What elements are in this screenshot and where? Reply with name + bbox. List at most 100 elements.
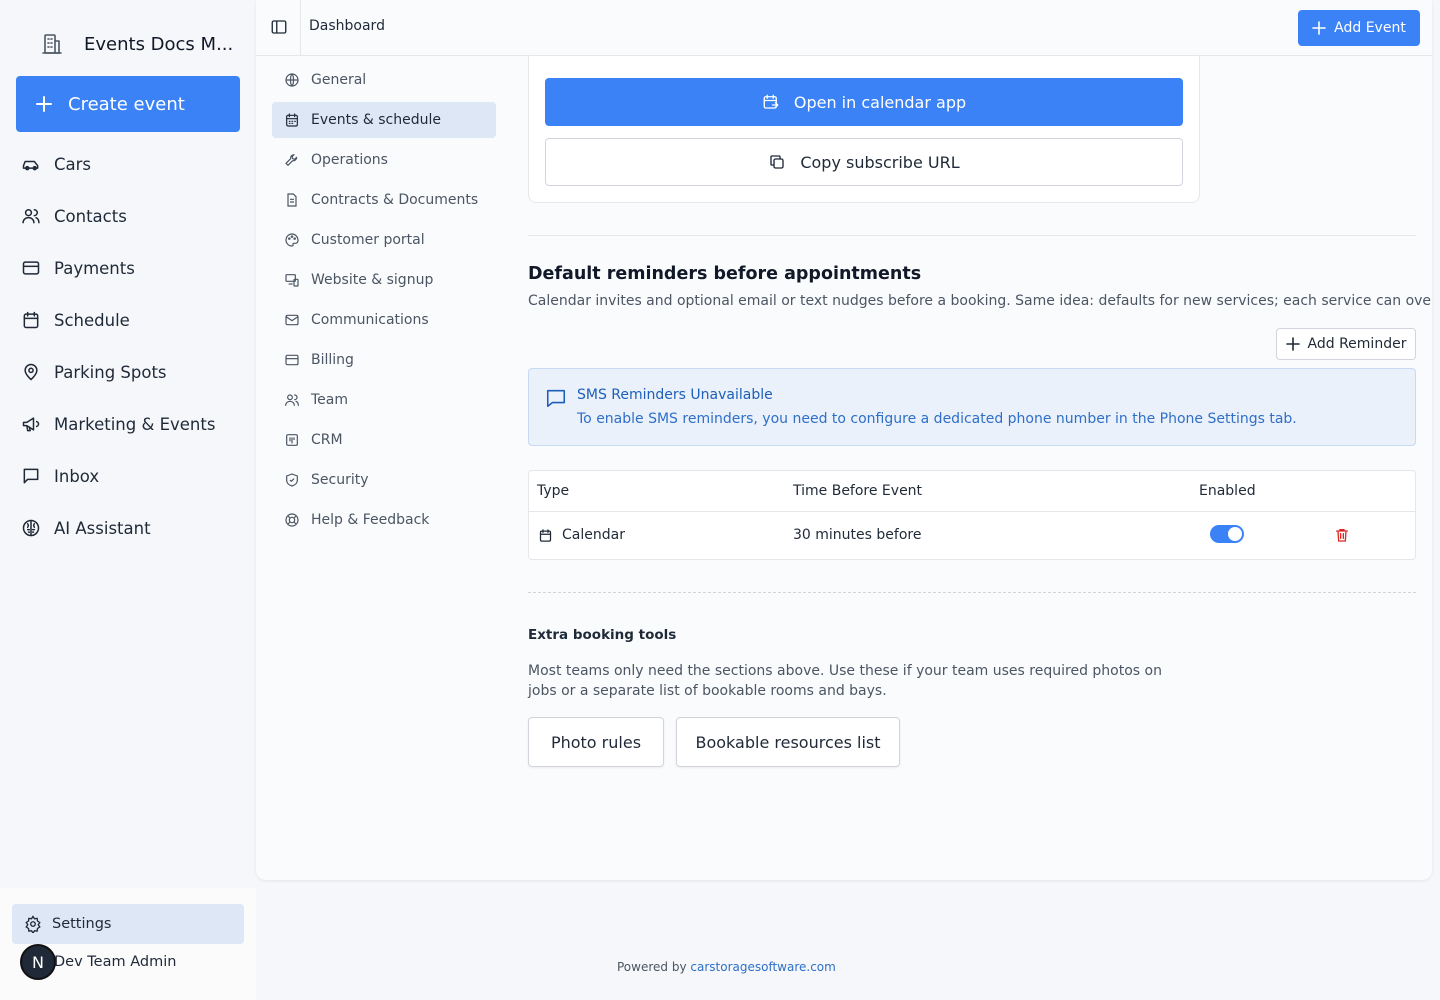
settings-nav-events-schedule[interactable]: Events & schedule — [272, 102, 496, 138]
settings-nav-label: Website & signup — [311, 272, 434, 288]
devices-icon — [284, 272, 300, 288]
create-event-label: Create event — [68, 93, 185, 115]
footer: Powered by carstoragesoftware.com — [617, 960, 836, 974]
topbar: Dashboard Add Event — [256, 0, 1432, 56]
globe-icon — [284, 72, 300, 88]
dashed-divider — [528, 592, 1416, 593]
add-reminder-button[interactable]: Add Reminder — [1276, 328, 1416, 360]
settings-nav-operations[interactable]: Operations — [272, 142, 496, 178]
copy-subscribe-url-button[interactable]: Copy subscribe URL — [545, 138, 1183, 186]
users-icon — [21, 206, 41, 226]
sidebar-item-label: Inbox — [54, 466, 100, 486]
section-divider — [528, 235, 1416, 236]
sidebar-nav: Cars Contacts Payments Schedule Parking … — [0, 138, 256, 554]
wrench-icon — [284, 152, 300, 168]
settings-nav-general[interactable]: General — [272, 62, 496, 98]
message-square-icon — [545, 387, 567, 409]
car-icon — [21, 154, 41, 174]
credit-card-icon — [284, 352, 300, 368]
sidebar-toggle-icon[interactable] — [270, 18, 288, 36]
settings-nav-label: Operations — [311, 152, 388, 168]
sidebar-footer: Settings N Dev Team Admin — [0, 888, 256, 1000]
settings-nav-label: Billing — [311, 352, 354, 368]
message-icon — [21, 466, 41, 486]
column-header-time: Time Before Event — [793, 483, 923, 499]
breadcrumb[interactable]: Dashboard — [309, 18, 385, 34]
sidebar-item-contacts[interactable]: Contacts — [0, 190, 256, 242]
extra-tools-description: Most teams only need the sections above.… — [528, 663, 1162, 699]
life-buoy-icon — [284, 512, 300, 528]
column-header-type: Type — [537, 483, 570, 499]
brand[interactable]: Events Docs M... — [40, 32, 233, 56]
sidebar-item-parking-spots[interactable]: Parking Spots — [0, 346, 256, 398]
kanban-icon — [284, 432, 300, 448]
sidebar-item-cars[interactable]: Cars — [0, 138, 256, 190]
settings-nav-website-signup[interactable]: Website & signup — [272, 262, 496, 298]
toggle-knob — [1228, 527, 1242, 541]
open-calendar-app-button[interactable]: Open in calendar app — [545, 78, 1183, 126]
alert-title: SMS Reminders Unavailable — [577, 387, 773, 403]
sidebar-item-label: Cars — [54, 154, 92, 174]
settings-nav-label: Security — [311, 472, 369, 488]
settings-nav-label: General — [311, 72, 367, 88]
reminder-type-label: Calendar — [562, 527, 625, 543]
add-event-button[interactable]: Add Event — [1298, 10, 1420, 46]
sidebar-item-inbox[interactable]: Inbox — [0, 450, 256, 502]
sidebar-item-ai-assistant[interactable]: AI Assistant — [0, 502, 256, 554]
sidebar-item-payments[interactable]: Payments — [0, 242, 256, 294]
settings-nav-communications[interactable]: Communications — [272, 302, 496, 338]
calendar-sync-icon — [762, 93, 780, 111]
reminder-enabled-toggle[interactable] — [1210, 525, 1244, 543]
reminders-description: Calendar invites and optional email or t… — [528, 293, 1432, 309]
bookable-resources-button[interactable]: Bookable resources list — [676, 717, 900, 767]
settings-nav-team[interactable]: Team — [272, 382, 496, 418]
map-pin-icon — [21, 362, 41, 382]
building-icon — [40, 32, 64, 56]
photo-rules-button[interactable]: Photo rules — [528, 717, 664, 767]
shield-icon — [284, 472, 300, 488]
brain-icon — [21, 518, 41, 538]
calendar-icon — [538, 528, 553, 543]
sidebar-item-label: Contacts — [54, 206, 127, 226]
sidebar-item-label: Schedule — [54, 310, 130, 330]
sidebar-item-schedule[interactable]: Schedule — [0, 294, 256, 346]
main-content: Open in calendar app Copy subscribe URL … — [256, 0, 1432, 880]
settings-nav-label: Customer portal — [311, 232, 425, 248]
reminders-title: Default reminders before appointments — [528, 264, 922, 284]
create-event-button[interactable]: Create event — [16, 76, 240, 132]
settings-nav-contracts-documents[interactable]: Contracts & Documents — [272, 182, 496, 218]
trash-icon[interactable] — [1334, 527, 1350, 543]
palette-icon — [284, 232, 300, 248]
column-header-enabled: Enabled — [1199, 483, 1256, 499]
settings-nav-customer-portal[interactable]: Customer portal — [272, 222, 496, 258]
megaphone-icon — [21, 414, 41, 434]
footer-link[interactable]: carstoragesoftware.com — [690, 960, 835, 974]
settings-nav-label: Contracts & Documents — [311, 192, 479, 208]
settings-nav-crm[interactable]: CRM — [272, 422, 496, 458]
extra-tools-title: Extra booking tools — [528, 627, 677, 643]
alert-body: To enable SMS reminders, you need to con… — [577, 411, 1297, 427]
reminder-time-cell: 30 minutes before — [793, 527, 922, 543]
user-menu[interactable]: N Dev Team Admin — [20, 944, 176, 980]
add-event-label: Add Event — [1334, 20, 1406, 36]
settings-nav-billing[interactable]: Billing — [272, 342, 496, 378]
add-reminder-label: Add Reminder — [1307, 336, 1407, 352]
settings-nav-security[interactable]: Security — [272, 462, 496, 498]
sidebar-item-label: Parking Spots — [54, 362, 167, 382]
users-icon — [284, 392, 300, 408]
open-calendar-label: Open in calendar app — [793, 92, 967, 112]
gear-icon — [24, 915, 42, 933]
settings-nav-help-feedback[interactable]: Help & Feedback — [272, 502, 496, 538]
settings-nav-label: Help & Feedback — [311, 512, 430, 528]
sidebar-item-label: Payments — [54, 258, 135, 278]
avatar: N — [20, 944, 56, 980]
user-name: Dev Team Admin — [54, 954, 177, 970]
reminder-type-cell: Calendar — [538, 527, 625, 543]
sidebar-item-settings[interactable]: Settings — [12, 904, 244, 944]
app-sidebar: Events Docs M... Create event Cars Conta… — [0, 0, 256, 1000]
sidebar-item-marketing-events[interactable]: Marketing & Events — [0, 398, 256, 450]
settings-nav-label: CRM — [311, 432, 343, 448]
settings-nav-label: Communications — [311, 312, 429, 328]
calendar-icon — [21, 310, 41, 330]
reminders-table: Type Time Before Event Enabled Calendar … — [528, 470, 1416, 560]
